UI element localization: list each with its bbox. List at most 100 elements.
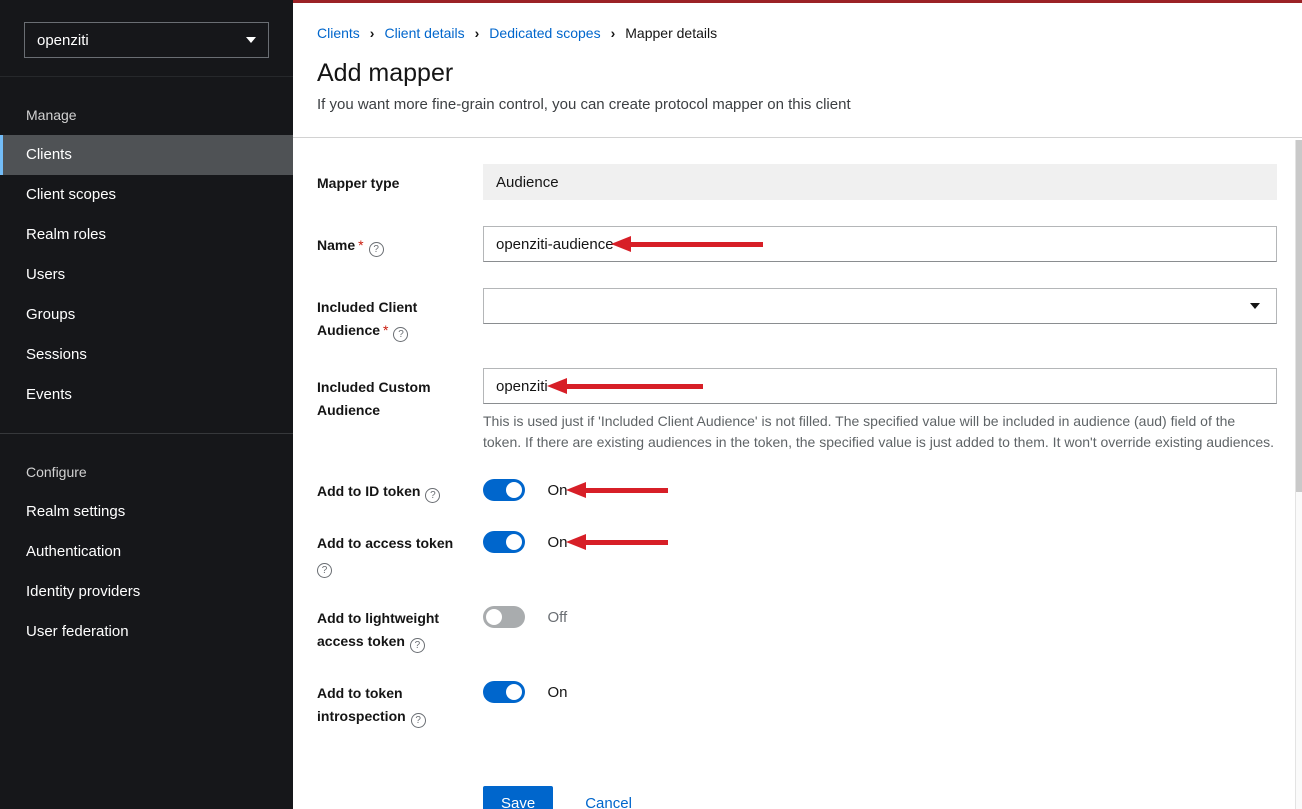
mapper-type-field <box>483 164 1277 200</box>
breadcrumb-current: Mapper details <box>625 25 717 41</box>
sidebar-item-label: Events <box>26 386 72 403</box>
name-input[interactable] <box>483 226 1277 262</box>
label-text: Add to access token <box>317 535 453 551</box>
add-to-id-token-label: Add to ID token? <box>317 479 483 503</box>
form-actions: Save Cancel <box>317 786 1277 809</box>
add-mapper-form: Mapper type Name*? <box>293 138 1302 809</box>
sidebar-item-sessions[interactable]: Sessions <box>0 335 293 375</box>
page-subtitle: If you want more fine-grain control, you… <box>317 96 1277 113</box>
sidebar-item-identity-providers[interactable]: Identity providers <box>0 572 293 612</box>
breadcrumb-link-clients[interactable]: Clients <box>317 25 360 41</box>
arrow-head <box>566 482 586 498</box>
toggle-knob <box>506 684 522 700</box>
toggle-add-to-id-token[interactable] <box>483 479 525 501</box>
add-to-access-token-row: Add to access token ? On <box>317 531 1277 578</box>
sidebar-item-label: Sessions <box>26 346 87 363</box>
sidebar-item-clients[interactable]: Clients <box>0 135 293 175</box>
included-custom-audience-input[interactable] <box>483 368 1277 404</box>
chevron-right-icon: › <box>370 25 375 41</box>
sidebar-item-users[interactable]: Users <box>0 255 293 295</box>
nav-manage: Clients Client scopes Realm roles Users … <box>0 135 293 415</box>
help-icon[interactable]: ? <box>411 713 426 728</box>
breadcrumb-link-dedicated-scopes[interactable]: Dedicated scopes <box>489 25 600 41</box>
sidebar-item-label: Clients <box>26 146 72 163</box>
nav-section-manage-title: Manage <box>0 77 293 135</box>
toggle-state-text: On <box>547 482 567 499</box>
vertical-scrollbar[interactable] <box>1295 140 1302 809</box>
sidebar-item-user-federation[interactable]: User federation <box>0 612 293 652</box>
sidebar-item-events[interactable]: Events <box>0 375 293 415</box>
sidebar-item-label: User federation <box>26 623 129 640</box>
included-client-audience-field <box>483 288 1277 342</box>
cancel-button[interactable]: Cancel <box>585 795 632 809</box>
nav-section-configure-title: Configure <box>0 434 293 492</box>
add-to-id-token-field: On <box>483 479 1277 503</box>
sidebar-item-groups[interactable]: Groups <box>0 295 293 335</box>
sidebar-item-client-scopes[interactable]: Client scopes <box>0 175 293 215</box>
add-to-lightweight-access-token-row: Add to lightweight access token? Off <box>317 606 1277 653</box>
arrow-tail <box>586 488 668 493</box>
required-asterisk: * <box>383 322 388 338</box>
add-to-lightweight-access-token-field: Off <box>483 606 1277 653</box>
sidebar-item-realm-roles[interactable]: Realm roles <box>0 215 293 255</box>
sidebar-item-label: Authentication <box>26 543 121 560</box>
included-custom-audience-field: This is used just if 'Included Client Au… <box>483 368 1277 453</box>
add-to-id-token-row: Add to ID token? On <box>317 479 1277 503</box>
toggle-state-text: On <box>547 534 567 551</box>
help-icon[interactable]: ? <box>317 563 332 578</box>
sidebar-item-label: Realm settings <box>26 503 125 520</box>
help-icon[interactable]: ? <box>425 488 440 503</box>
included-custom-audience-helper: This is used just if 'Included Client Au… <box>483 411 1277 453</box>
name-field <box>483 226 1277 262</box>
sidebar-item-realm-settings[interactable]: Realm settings <box>0 492 293 532</box>
toggle-add-to-token-introspection[interactable] <box>483 681 525 703</box>
caret-down-icon <box>1250 303 1260 309</box>
actions-spacer <box>317 786 483 809</box>
toggle-knob <box>506 482 522 498</box>
chevron-right-icon: › <box>611 25 616 41</box>
toggle-state-text: Off <box>547 609 567 626</box>
add-to-token-introspection-row: Add to token introspection? On <box>317 681 1277 728</box>
chevron-down-icon <box>246 37 256 43</box>
realm-selector-block: openziti <box>0 0 293 77</box>
toggle-add-to-access-token[interactable] <box>483 531 525 553</box>
nav-configure: Realm settings Authentication Identity p… <box>0 492 293 652</box>
toggle-knob <box>486 609 502 625</box>
breadcrumb-link-client-details[interactable]: Client details <box>384 25 464 41</box>
name-row: Name*? <box>317 226 1277 262</box>
mapper-type-input <box>483 164 1277 200</box>
sidebar-item-label: Realm roles <box>26 226 106 243</box>
app-window: openziti Manage Clients Client scopes Re… <box>0 0 1302 809</box>
arrow-head <box>566 534 586 550</box>
included-client-audience-select[interactable] <box>483 288 1277 324</box>
toggle-add-to-lightweight-access-token[interactable] <box>483 606 525 628</box>
chevron-right-icon: › <box>475 25 480 41</box>
add-to-lightweight-access-token-label: Add to lightweight access token? <box>317 606 483 653</box>
sidebar: openziti Manage Clients Client scopes Re… <box>0 0 293 809</box>
included-client-audience-label: Included Client Audience*? <box>317 288 483 342</box>
label-text: Add to ID token <box>317 483 420 499</box>
toggle-state-text: On <box>547 684 567 701</box>
main-content: Clients › Client details › Dedicated sco… <box>293 0 1302 809</box>
included-client-audience-row: Included Client Audience*? <box>317 288 1277 342</box>
red-arrow-annotation <box>566 534 668 550</box>
toggle-knob <box>506 534 522 550</box>
realm-selector[interactable]: openziti <box>24 22 269 58</box>
included-custom-audience-row: Included Custom Audience This is used ju… <box>317 368 1277 453</box>
name-label: Name*? <box>317 226 483 262</box>
help-icon[interactable]: ? <box>369 242 384 257</box>
sidebar-item-label: Groups <box>26 306 75 323</box>
help-icon[interactable]: ? <box>393 327 408 342</box>
save-button[interactable]: Save <box>483 786 553 809</box>
mapper-type-label: Mapper type <box>317 164 483 200</box>
add-to-access-token-field: On <box>483 531 1277 578</box>
sidebar-item-authentication[interactable]: Authentication <box>0 532 293 572</box>
included-custom-audience-label: Included Custom Audience <box>317 368 483 453</box>
sidebar-item-label: Users <box>26 266 65 283</box>
sidebar-item-label: Client scopes <box>26 186 116 203</box>
sidebar-item-label: Identity providers <box>26 583 140 600</box>
label-text: Name <box>317 237 355 253</box>
add-to-access-token-label: Add to access token ? <box>317 531 483 578</box>
scrollbar-thumb[interactable] <box>1296 140 1302 492</box>
help-icon[interactable]: ? <box>410 638 425 653</box>
